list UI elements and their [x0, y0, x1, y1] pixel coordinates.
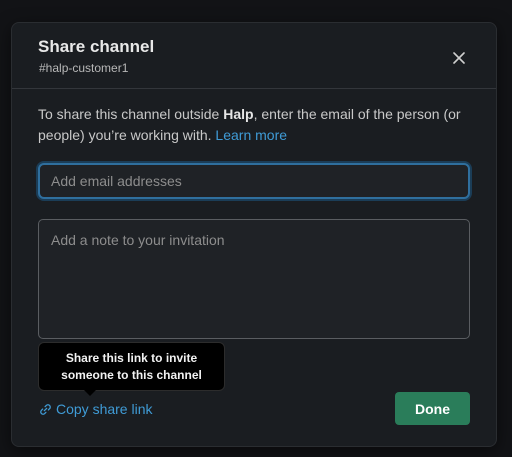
- share-channel-modal: Share channel #halp-customer1 To share t…: [11, 22, 497, 447]
- close-icon: [453, 52, 465, 64]
- link-icon: [40, 403, 51, 415]
- email-placeholder: Add email addresses: [51, 173, 182, 189]
- description-prefix: To share this channel outside: [38, 106, 224, 122]
- channel-name: #halp-customer1: [39, 61, 129, 75]
- copy-share-link-label: Copy share link: [56, 401, 153, 417]
- learn-more-link[interactable]: Learn more: [215, 127, 287, 143]
- copy-share-link[interactable]: Copy share link: [39, 401, 153, 417]
- done-button[interactable]: Done: [395, 392, 470, 425]
- note-placeholder: Add a note to your invitation: [51, 232, 225, 248]
- email-input[interactable]: Add email addresses: [38, 163, 470, 199]
- close-button[interactable]: [448, 47, 470, 69]
- note-textarea[interactable]: Add a note to your invitation: [38, 219, 470, 339]
- modal-header: Share channel #halp-customer1: [12, 23, 496, 89]
- workspace-name: Halp: [223, 106, 254, 122]
- share-description: To share this channel outside Halp, ente…: [38, 104, 478, 146]
- tooltip-line-1: Share this link to invite: [65, 351, 198, 365]
- tooltip-arrow: [84, 390, 96, 396]
- tooltip-line-2: someone to this channel: [61, 368, 202, 382]
- share-link-tooltip: Share this link to invite someone to thi…: [38, 342, 225, 391]
- modal-title: Share channel: [38, 37, 155, 56]
- done-button-label: Done: [415, 400, 450, 417]
